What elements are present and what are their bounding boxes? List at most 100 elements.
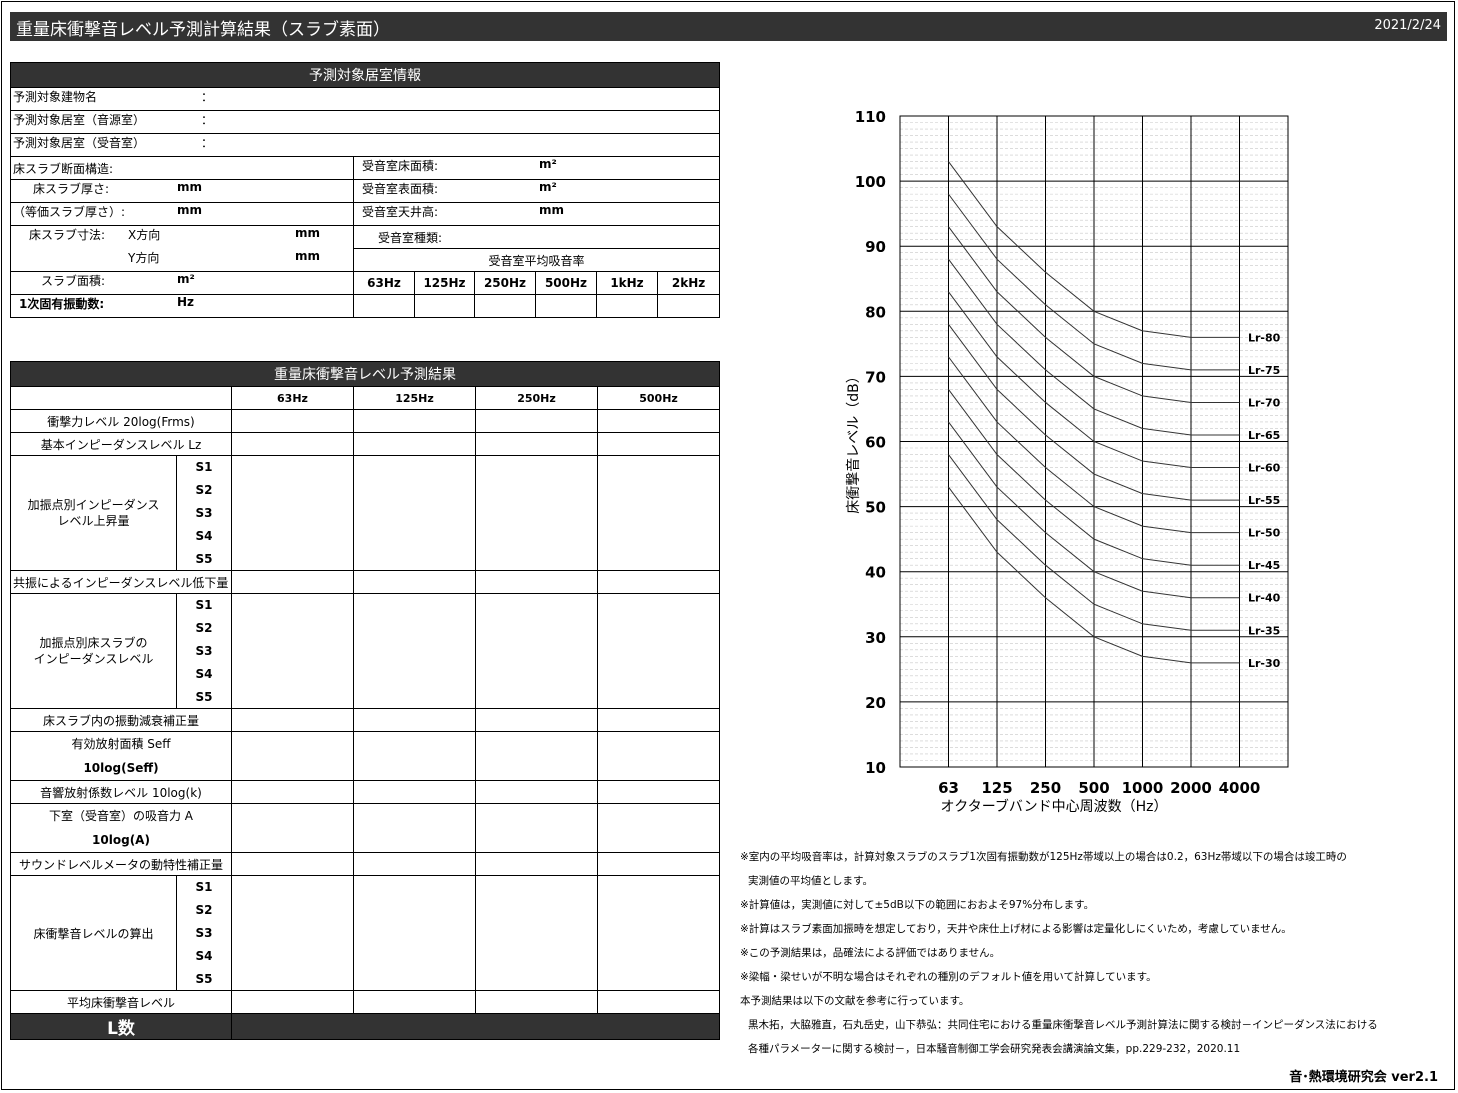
slab-impedance-label: 加振点別床スラブの インピーダンスレベル (10, 593, 177, 709)
band-header: 1kHz (596, 271, 658, 295)
note-line: ※この予測結果は，品確法による評価ではありません。 (740, 947, 1001, 959)
absorption-value[interactable] (535, 294, 597, 318)
nat-freq-label: 1次固有振動数: (19, 297, 105, 311)
absorption-value[interactable] (596, 294, 658, 318)
info-header: 予測対象居室情報 (9, 62, 721, 88)
y-tick-label: 50 (865, 499, 886, 517)
note-line: ※梁幅・梁せいが不明な場合はそれぞれの種別のデフォルト値を用いて計算しています。 (740, 971, 1157, 983)
average-level-label: 平均床衝撃音レベル (10, 990, 232, 1014)
x-tick-labels: 63 125 250 500 1000 2000 4000 (938, 779, 1260, 797)
point-label: S3 (176, 639, 232, 663)
y-tick-label: 90 (865, 238, 886, 256)
resonance-label: 共振によるインピーダンスレベル低下量 (10, 570, 232, 594)
absorption-value[interactable] (656, 294, 721, 318)
x-tick-label: 125 (981, 779, 1012, 797)
eq-thick-cell: （等価スラブ厚さ）: mm (10, 202, 354, 226)
y-tick-label: 100 (855, 173, 886, 191)
meter-correction-label: サウンドレベルメータの動特性補正量 (10, 852, 232, 876)
point-label: S5 (176, 967, 232, 991)
absorption-value[interactable] (414, 294, 475, 318)
note-line: ※計算はスラブ素面加振時を想定しており，天井や床仕上げ材による影響は定量化しにく… (740, 923, 1292, 935)
footer-version: 音･熱環境研究会 ver2.1 (1289, 1070, 1438, 1085)
rcv-surface-cell: 受音室表面積: m² (352, 179, 721, 203)
band-header: 500Hz (535, 271, 597, 295)
effective-area-label: 有効放射面積 Seff 10log(Seff) (10, 731, 232, 781)
point-label: S2 (176, 478, 232, 502)
slab-area-cell: スラブ面積: m² (10, 271, 354, 295)
unit-mm: mm (539, 203, 565, 218)
slab-struct-cell: 床スラブ断面構造: (10, 156, 354, 180)
source-room-label: 予測対象居室（音源室） (13, 113, 146, 127)
date-label: 2021/2/24 (1374, 18, 1441, 33)
prediction-result-table: 重量床衝撃音レベル予測結果 63Hz 125Hz 250Hz 500Hz 衝撃力… (9, 361, 721, 1040)
title-bar: 重量床衝撃音レベル予測計算結果（スラブ素面） 2021/2/24 (10, 12, 1447, 41)
point-label: S4 (176, 944, 232, 968)
slab-dim-y-cell: Y方向 mm (10, 248, 354, 272)
absorption-value[interactable] (353, 294, 415, 318)
slab-thick-label: 床スラブ厚さ: (33, 182, 110, 196)
x-axis-label: オクターブバンド中心周波数（Hz） (941, 798, 1168, 815)
series-label: Lr-40 (1248, 592, 1281, 605)
impedance-rise-label: 加振点別インピーダンス レベル上昇量 (10, 455, 177, 571)
note-line: 黒木拓，大脇雅直，石丸岳史，山下恭弘：共同住宅における重量床衝撃音レベル予測計算… (748, 1019, 1378, 1031)
result-band-header: 125Hz (353, 386, 476, 410)
series-label: Lr-75 (1248, 364, 1280, 377)
series-label: Lr-55 (1248, 494, 1280, 507)
absorption-value[interactable] (474, 294, 536, 318)
note-line: ※計算値は，実測値に対して±5dB以下の範囲におおよそ97%分布します。 (740, 899, 1095, 911)
point-label: S3 (176, 921, 232, 945)
rcv-floor-cell: 受音室床面積: m² (352, 156, 721, 180)
unit-mm: mm (177, 180, 203, 195)
rcv-type-label: 受音室種類: (378, 230, 443, 245)
blank-header (10, 386, 232, 410)
y-tick-label: 40 (865, 564, 886, 582)
x-tick-label: 4000 (1219, 779, 1261, 797)
rcv-floor-label: 受音室床面積: (362, 159, 439, 173)
y-axis-label: 床衝撃音レベル（dB） (845, 369, 862, 514)
series-label: Lr-45 (1248, 559, 1280, 572)
point-label: S4 (176, 662, 232, 686)
point-label: S1 (176, 875, 232, 899)
result-band-header: 63Hz (231, 386, 354, 410)
x-dir-label: X方向 (128, 228, 161, 242)
l-number-value (230, 1013, 721, 1040)
unit-m2: m² (539, 157, 557, 172)
y-tick-label: 10 (865, 759, 886, 777)
series-label: Lr-30 (1248, 657, 1281, 670)
receive-room-row: 予測対象居室（受音室） ： (9, 133, 721, 157)
y-dir-label: Y方向 (128, 250, 160, 265)
series-label: Lr-80 (1248, 331, 1281, 344)
point-label: S1 (176, 455, 232, 479)
slab-area-label: スラブ面積: (41, 274, 106, 288)
unit-m2: m² (177, 272, 195, 287)
point-label: S5 (176, 685, 232, 709)
point-label: S2 (176, 616, 232, 640)
slab-struct-label: 床スラブ断面構造: (13, 161, 114, 176)
floor-impact-chart: Lr-80 Lr-75 Lr-70 Lr-65 Lr-60 Lr-55 Lr-50 Lr-45… (845, 108, 1289, 815)
calc-label: 床衝撃音レベルの算出 (10, 875, 177, 991)
unit-mm: mm (295, 248, 321, 263)
series-label: Lr-50 (1248, 527, 1281, 540)
building-row: 予測対象建物名 ： (9, 87, 721, 111)
y-tick-label: 70 (865, 368, 886, 386)
unit-mm: mm (177, 203, 203, 218)
band-header: 125Hz (414, 271, 475, 295)
note-line: ※室内の平均吸音率は，計算対象スラブのスラブ1次固有振動数が125Hz帯域以上の… (740, 851, 1347, 863)
point-label: S3 (176, 501, 232, 525)
y-tick-label: 20 (865, 694, 886, 712)
band-header: 2kHz (656, 271, 721, 295)
rcv-surface-label: 受音室表面積: (362, 182, 439, 196)
result-header: 重量床衝撃音レベル予測結果 (9, 361, 721, 387)
note-line: 各種パラメーターに関する検討－，日本騒音制御工学会研究発表会講演論文集，pp.2… (748, 1043, 1241, 1055)
series-labels: Lr-80 Lr-75 Lr-70 Lr-65 Lr-60 Lr-55 Lr-50 Lr-45… (1248, 331, 1281, 670)
absorption-power-label: 下室（受音室）の吸音力 A 10log(A) (10, 803, 232, 853)
x-tick-label: 2000 (1170, 779, 1212, 797)
y-tick-label: 80 (865, 303, 886, 321)
rcv-ceiling-label: 受音室天井高: (362, 205, 439, 219)
y-tick-label: 60 (865, 434, 886, 452)
point-label: S2 (176, 898, 232, 922)
x-tick-label: 1000 (1122, 779, 1164, 797)
band-header: 250Hz (474, 271, 536, 295)
y-tick-label: 30 (865, 629, 886, 647)
eq-thick-label: （等価スラブ厚さ）: (13, 205, 126, 219)
